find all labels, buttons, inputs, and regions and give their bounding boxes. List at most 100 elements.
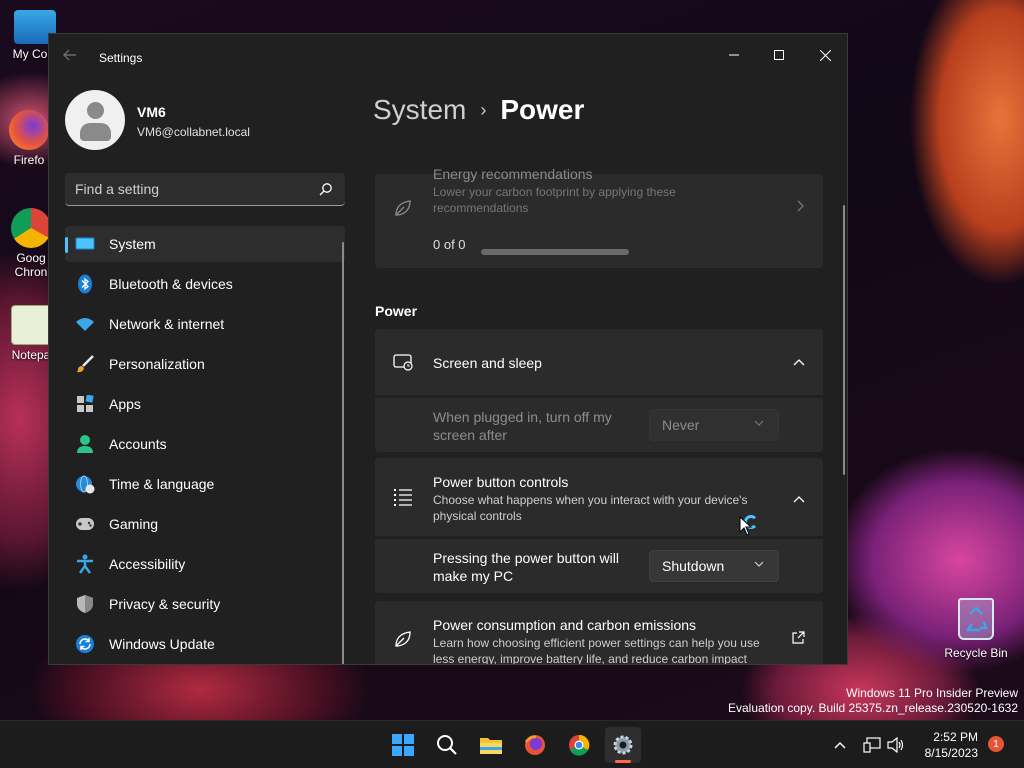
sidebar-item-label: System: [109, 236, 156, 252]
sidebar-item-windows-update[interactable]: Windows Update: [65, 626, 345, 662]
screen-and-sleep-title: Screen and sleep: [433, 355, 542, 371]
power-button-controls-title: Power button controls: [433, 474, 569, 490]
screen-and-sleep-card[interactable]: Screen and sleep: [375, 329, 823, 395]
taskbar: 2:52 PM 8/15/2023: [0, 720, 1024, 768]
chevron-up-icon[interactable]: [793, 355, 805, 369]
power-button-value: Shutdown: [662, 558, 725, 574]
power-consumption-desc-2: less energy, improve battery life, and r…: [433, 652, 747, 664]
person-icon: [75, 434, 95, 454]
external-link-icon[interactable]: [791, 631, 805, 648]
monitor-icon: [75, 234, 95, 254]
sidebar-item-accessibility[interactable]: Accessibility: [65, 546, 345, 582]
sidebar-item-system[interactable]: System: [65, 226, 345, 262]
chrome-icon: [569, 734, 590, 756]
taskbar-settings[interactable]: [605, 727, 641, 763]
minimize-icon: [729, 54, 739, 56]
power-button-dropdown[interactable]: Shutdown: [649, 550, 779, 582]
close-button[interactable]: [802, 40, 847, 70]
user-profile[interactable]: VM6 VM6@collabnet.local: [65, 90, 345, 160]
tray-volume-button[interactable]: [878, 727, 914, 763]
sidebar-item-label: Bluetooth & devices: [109, 276, 233, 292]
section-title-power: Power: [375, 303, 418, 319]
energy-recommendations-card[interactable]: Energy recommendations Lower your carbon…: [375, 166, 823, 268]
tray-overflow-button[interactable]: [822, 727, 858, 763]
sidebar-item-apps[interactable]: Apps: [65, 386, 345, 422]
sidebar-item-privacy[interactable]: Privacy & security: [65, 586, 345, 622]
shield-icon: [75, 594, 95, 614]
taskbar-file-explorer[interactable]: [473, 727, 509, 763]
chevron-up-icon[interactable]: [793, 492, 805, 506]
list-settings-icon: [393, 488, 413, 508]
sidebar: VM6 VM6@collabnet.local System Bluetooth…: [49, 82, 359, 664]
minimize-button[interactable]: [711, 40, 757, 70]
title-bar[interactable]: Settings: [49, 34, 847, 82]
gear-icon: [613, 735, 633, 755]
taskbar-chrome[interactable]: [561, 727, 597, 763]
sidebar-item-personalization[interactable]: Personalization: [65, 346, 345, 382]
clock-time: 2:52 PM: [933, 730, 978, 744]
energy-progress-text: 0 of 0: [433, 237, 466, 252]
update-icon: [75, 634, 95, 654]
nav-list: System Bluetooth & devices Network & int…: [65, 226, 345, 664]
leaf-icon: [393, 198, 413, 218]
screen-off-value: Never: [662, 417, 700, 433]
main-scrollbar[interactable]: [843, 205, 845, 475]
apps-icon: [75, 394, 95, 414]
notification-badge[interactable]: 1: [988, 736, 1004, 752]
globe-clock-icon: [75, 474, 95, 494]
sidebar-item-time-language[interactable]: Time & language: [65, 466, 345, 502]
sidebar-item-label: Time & language: [109, 476, 215, 492]
leaf-icon: [393, 629, 413, 649]
search-input[interactable]: [75, 181, 305, 197]
recycle-bin-icon: [958, 598, 994, 640]
sidebar-item-label: Privacy & security: [109, 596, 221, 612]
brush-icon: [75, 354, 95, 374]
watermark-build: Evaluation copy. Build 25375.zn_release.…: [728, 701, 1018, 715]
desktop-icon-recycle-bin[interactable]: Recycle Bin: [944, 598, 1008, 660]
close-icon: [819, 49, 831, 61]
sidebar-item-accounts[interactable]: Accounts: [65, 426, 345, 462]
search-box[interactable]: [65, 173, 345, 206]
power-consumption-desc-1: Learn how choosing efficient power setti…: [433, 636, 760, 650]
windows-logo-icon: [392, 734, 414, 756]
taskbar-search-button[interactable]: [429, 727, 465, 763]
app-title: Settings: [99, 51, 143, 65]
folder-icon: [480, 738, 502, 754]
start-button[interactable]: [385, 727, 421, 763]
chevron-down-icon: [754, 418, 764, 429]
settings-window: Settings VM6 VM6@collabnet.local Find a …: [48, 33, 848, 665]
power-button-label-2: make my PC: [433, 568, 514, 584]
sidebar-item-label: Personalization: [109, 356, 205, 372]
power-consumption-title: Power consumption and carbon emissions: [433, 617, 697, 633]
power-consumption-card[interactable]: Power consumption and carbon emissions L…: [375, 601, 823, 664]
maximize-button[interactable]: [756, 40, 802, 70]
screen-off-dropdown[interactable]: Never: [649, 409, 779, 441]
search-icon[interactable]: [319, 182, 333, 196]
power-button-row: Pressing the power button will make my P…: [375, 539, 823, 593]
breadcrumb-system[interactable]: System: [373, 94, 466, 126]
chevron-up-icon: [834, 742, 846, 749]
notepad-desktop-icon: [11, 305, 51, 345]
avatar: [65, 90, 125, 150]
back-arrow-icon[interactable]: [63, 48, 83, 68]
screen-sleep-icon: [393, 353, 413, 373]
chevron-right-icon: [797, 200, 805, 215]
taskbar-clock[interactable]: 2:52 PM 8/15/2023: [920, 729, 978, 761]
power-button-label-1: Pressing the power button will: [433, 550, 619, 566]
sidebar-item-bluetooth[interactable]: Bluetooth & devices: [65, 266, 345, 302]
firefox-desktop-icon: [9, 110, 49, 150]
profile-name: VM6: [137, 104, 166, 120]
breadcrumb-separator: ›: [480, 99, 487, 120]
taskbar-firefox[interactable]: [517, 727, 553, 763]
power-button-controls-desc-2: physical controls: [433, 509, 522, 523]
sidebar-item-gaming[interactable]: Gaming: [65, 506, 345, 542]
sidebar-scrollbar[interactable]: [342, 242, 344, 664]
screen-off-label-1: When plugged in, turn off my: [433, 409, 612, 425]
sidebar-item-label: Apps: [109, 396, 141, 412]
bluetooth-icon: [75, 274, 95, 294]
sidebar-item-label: Windows Update: [109, 636, 215, 652]
sidebar-item-label: Accounts: [109, 436, 167, 452]
sidebar-item-network[interactable]: Network & internet: [65, 306, 345, 342]
energy-progress-bar: [481, 249, 629, 255]
sidebar-item-label: Accessibility: [109, 556, 186, 572]
